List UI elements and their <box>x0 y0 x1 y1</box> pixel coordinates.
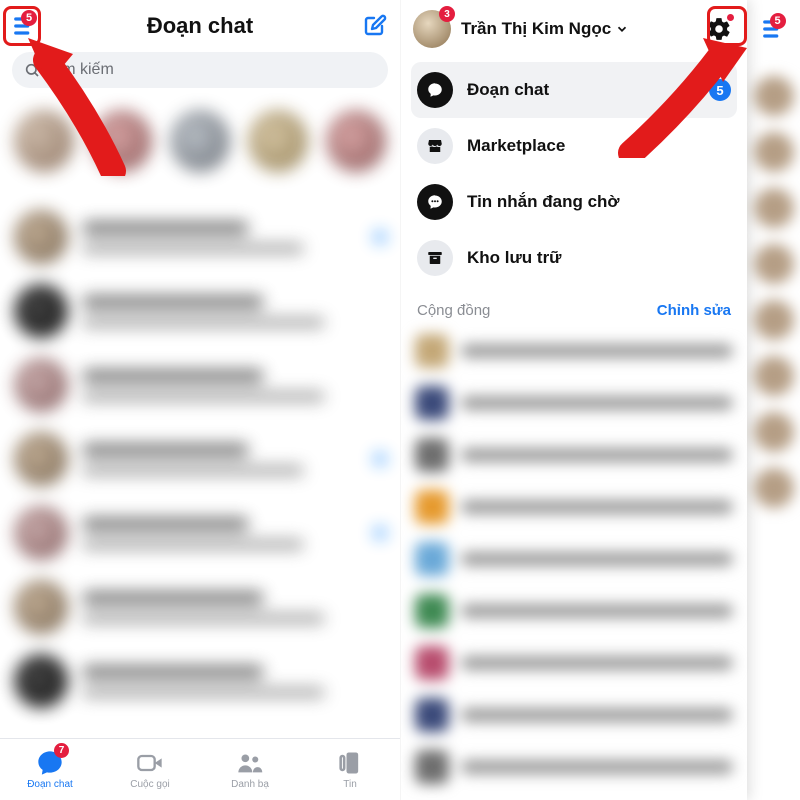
menu-badge: 5 <box>21 10 37 26</box>
tab-contacts[interactable]: Danh bạ <box>200 739 300 800</box>
blurred-community-list <box>401 325 747 800</box>
stories-icon <box>336 749 364 777</box>
menu-button[interactable]: 5 <box>10 11 40 41</box>
tab-chats[interactable]: 7 Đoạn chat <box>0 739 100 800</box>
tab-contacts-label: Danh bạ <box>231 779 269 790</box>
tab-chats-badge: 7 <box>54 743 69 758</box>
left-header: 5 Đoạn chat <box>0 0 400 52</box>
username-text: Trần Thị Kim Ngọc <box>461 19 611 39</box>
drawer-item-requests[interactable]: Tin nhắn đang chờ <box>411 174 737 230</box>
chat-icon <box>417 72 453 108</box>
search-icon <box>24 62 40 78</box>
side-drawer: 3 Trần Thị Kim Ngọc Đoạn cha <box>401 0 747 800</box>
search-placeholder: Tìm kiếm <box>48 61 114 79</box>
drawer-item-label: Marketplace <box>467 136 731 156</box>
tab-bar: 7 Đoạn chat Cuộc gọi Danh bạ Tin <box>0 738 400 800</box>
underlay-menu-badge: 5 <box>770 13 786 29</box>
left-screen: 5 Đoạn chat Tìm kiếm <box>0 0 400 800</box>
right-screen: 5 3 Trần Thị Kim Ngọc <box>400 0 800 800</box>
page-title: Đoạn chat <box>40 13 360 39</box>
tab-calls[interactable]: Cuộc gọi <box>100 739 200 800</box>
settings-dot <box>727 14 734 21</box>
tab-stories[interactable]: Tin <box>300 739 400 800</box>
tab-chats-label: Đoạn chat <box>27 779 73 790</box>
message-requests-icon <box>417 184 453 220</box>
drawer-menu: Đoạn chat 5 Marketplace Tin nhắn đang ch… <box>401 56 747 292</box>
avatar-badge: 3 <box>439 6 455 22</box>
community-edit-button[interactable]: Chỉnh sửa <box>657 302 731 319</box>
people-icon <box>236 749 264 777</box>
tab-stories-label: Tin <box>343 779 357 790</box>
tab-calls-label: Cuộc gọi <box>130 779 169 790</box>
compose-icon <box>363 14 387 38</box>
chevron-down-icon <box>615 22 629 36</box>
blurred-chats <box>0 200 400 730</box>
drawer-item-label: Đoạn chat <box>467 80 695 100</box>
video-icon <box>136 749 164 777</box>
drawer-item-label: Kho lưu trữ <box>467 248 731 268</box>
drawer-item-label: Tin nhắn đang chờ <box>467 192 731 212</box>
underlay-menu-button[interactable]: 5 <box>759 14 789 44</box>
settings-button[interactable] <box>703 13 735 45</box>
drawer-item-marketplace[interactable]: Marketplace <box>411 118 737 174</box>
drawer-chats-badge: 5 <box>709 79 731 101</box>
search-input[interactable]: Tìm kiếm <box>12 52 388 88</box>
drawer-item-chats[interactable]: Đoạn chat 5 <box>411 62 737 118</box>
drawer-item-archive[interactable]: Kho lưu trữ <box>411 230 737 286</box>
drawer-header: 3 Trần Thị Kim Ngọc <box>401 0 747 56</box>
profile-switcher[interactable]: Trần Thị Kim Ngọc <box>461 19 629 39</box>
compose-button[interactable] <box>360 11 390 41</box>
profile-avatar[interactable]: 3 <box>413 10 451 48</box>
search-row: Tìm kiếm <box>0 52 400 94</box>
blurred-stories <box>0 100 400 200</box>
community-title: Cộng đồng <box>417 302 490 319</box>
underlay-strip: 5 <box>746 0 800 800</box>
community-section-header: Cộng đồng Chỉnh sửa <box>401 292 747 325</box>
archive-icon <box>417 240 453 276</box>
marketplace-icon <box>417 128 453 164</box>
